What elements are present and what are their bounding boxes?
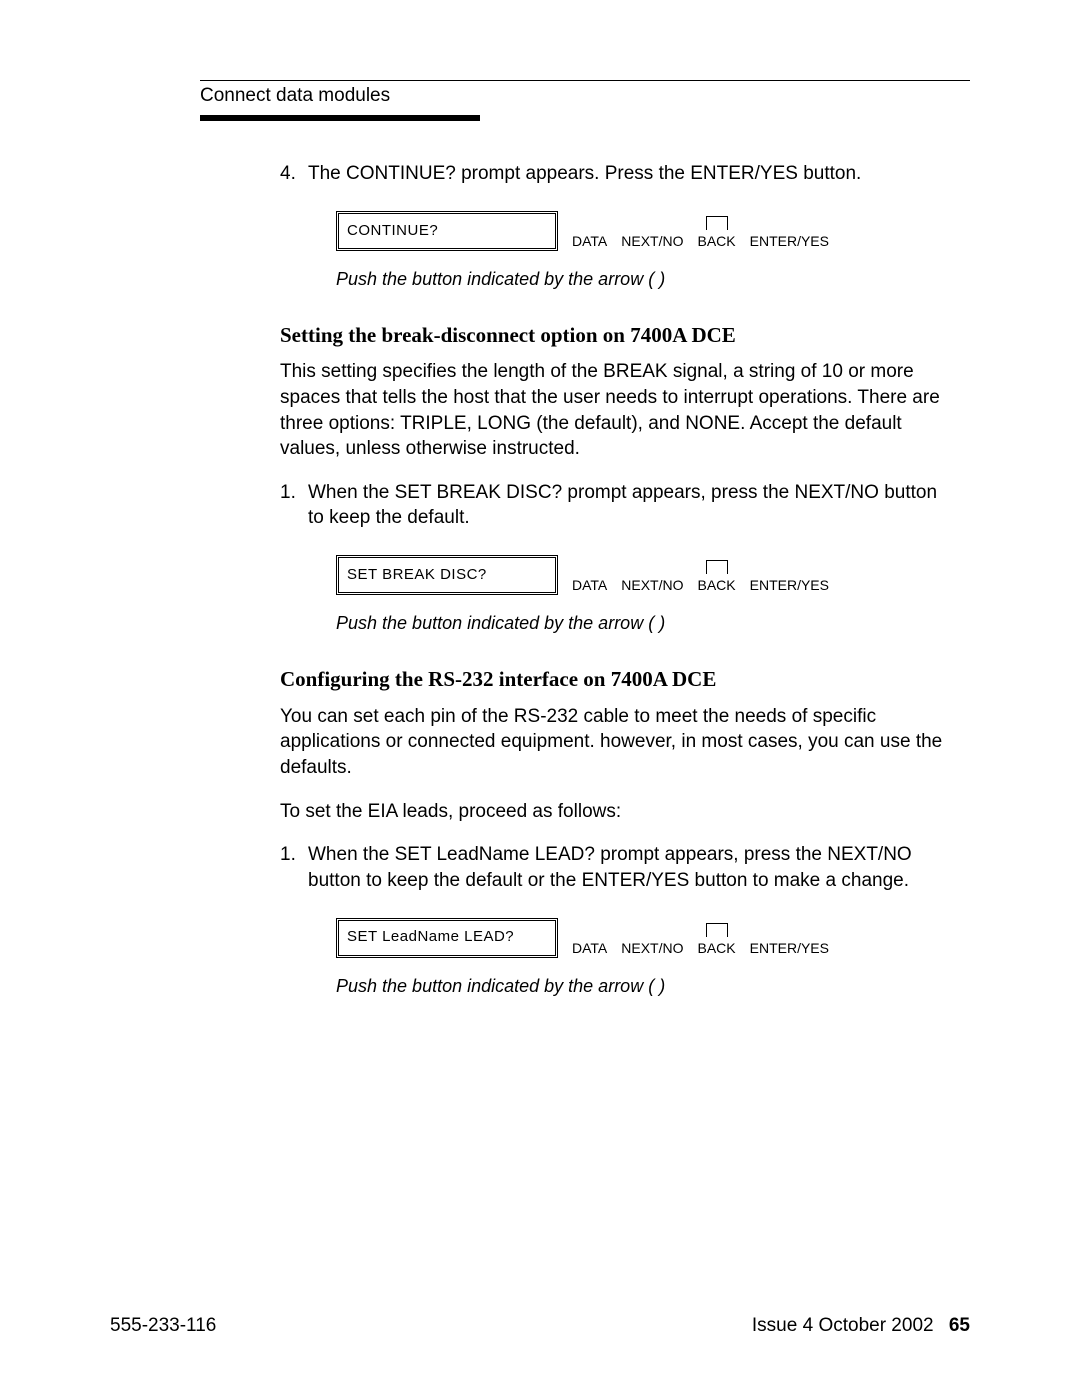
button-enteryes: ENTER/YES [750,216,829,251]
button-nextno: NEXT/NO [621,216,683,251]
button-label-back: BACK [698,233,736,249]
button-back: BACK [698,923,736,958]
button-data: DATA [572,560,607,595]
sectionB-step1-text: When the SET LeadName LEAD? prompt appea… [308,842,954,893]
page-container: Connect data modules 4. The CONTINUE? pr… [0,0,1080,1397]
button-label-data: DATA [572,233,607,249]
header-divider-bar [200,115,480,121]
button-data: DATA [572,923,607,958]
button-back: BACK [698,560,736,595]
sectionA-step1-number: 1. [280,480,308,531]
key-outline-icon [706,216,728,230]
button-enteryes: ENTER/YES [750,923,829,958]
footer-doc-number: 555-233-116 [110,1315,216,1337]
key-outline-icon [706,560,728,574]
key-outline-icon [706,923,728,937]
caption-break-disc: Push the button indicated by the arrow (… [336,611,954,635]
header-section-title: Connect data modules [200,85,970,107]
para-rs232-2: To set the EIA leads, proceed as follows… [280,799,954,825]
step-4: 4. The CONTINUE? prompt appears. Press t… [280,161,954,187]
diagram-continue: CONTINUE? DATA NEXT/NO BACK ENTER/YES [336,211,954,251]
para-break-disconnect: This setting specifies the length of the… [280,359,954,462]
caption-continue: Push the button indicated by the arrow (… [336,267,954,291]
button-label-nextno: NEXT/NO [621,940,683,956]
diagram-leadname: SET LeadName LEAD? DATA NEXT/NO BACK ENT… [336,918,954,958]
button-label-nextno: NEXT/NO [621,577,683,593]
button-label-back: BACK [698,577,736,593]
sectionB-step-1: 1. When the SET LeadName LEAD? prompt ap… [280,842,954,893]
lcd-break-disc: SET BREAK DISC? [336,555,558,595]
sectionA-step-1: 1. When the SET BREAK DISC? prompt appea… [280,480,954,531]
button-label-enteryes: ENTER/YES [750,940,829,956]
button-label-enteryes: ENTER/YES [750,233,829,249]
heading-rs232: Configuring the RS-232 interface on 7400… [280,665,954,693]
step-4-text: The CONTINUE? prompt appears. Press the … [308,161,954,187]
button-label-data: DATA [572,940,607,956]
para-rs232-1: You can set each pin of the RS-232 cable… [280,704,954,781]
footer-right: Issue 4 October 2002 65 [752,1315,970,1337]
button-label-nextno: NEXT/NO [621,233,683,249]
button-nextno: NEXT/NO [621,923,683,958]
button-data: DATA [572,216,607,251]
button-label-enteryes: ENTER/YES [750,577,829,593]
button-label-back: BACK [698,940,736,956]
diagram-break-disc: SET BREAK DISC? DATA NEXT/NO BACK ENTER/… [336,555,954,595]
sectionB-step1-number: 1. [280,842,308,893]
button-label-data: DATA [572,577,607,593]
page-header: Connect data modules [200,80,970,121]
footer-page-number: 65 [949,1315,970,1336]
button-back: BACK [698,216,736,251]
step-4-number: 4. [280,161,308,187]
footer-issue: Issue 4 October 2002 [752,1315,934,1336]
button-enteryes: ENTER/YES [750,560,829,595]
page-content: 4. The CONTINUE? prompt appears. Press t… [280,161,954,998]
lcd-continue: CONTINUE? [336,211,558,251]
lcd-leadname: SET LeadName LEAD? [336,918,558,958]
sectionA-step1-text: When the SET BREAK DISC? prompt appears,… [308,480,954,531]
heading-break-disconnect: Setting the break-disconnect option on 7… [280,321,954,349]
button-nextno: NEXT/NO [621,560,683,595]
page-footer: 555-233-116 Issue 4 October 2002 65 [110,1315,970,1337]
caption-leadname: Push the button indicated by the arrow (… [336,974,954,998]
